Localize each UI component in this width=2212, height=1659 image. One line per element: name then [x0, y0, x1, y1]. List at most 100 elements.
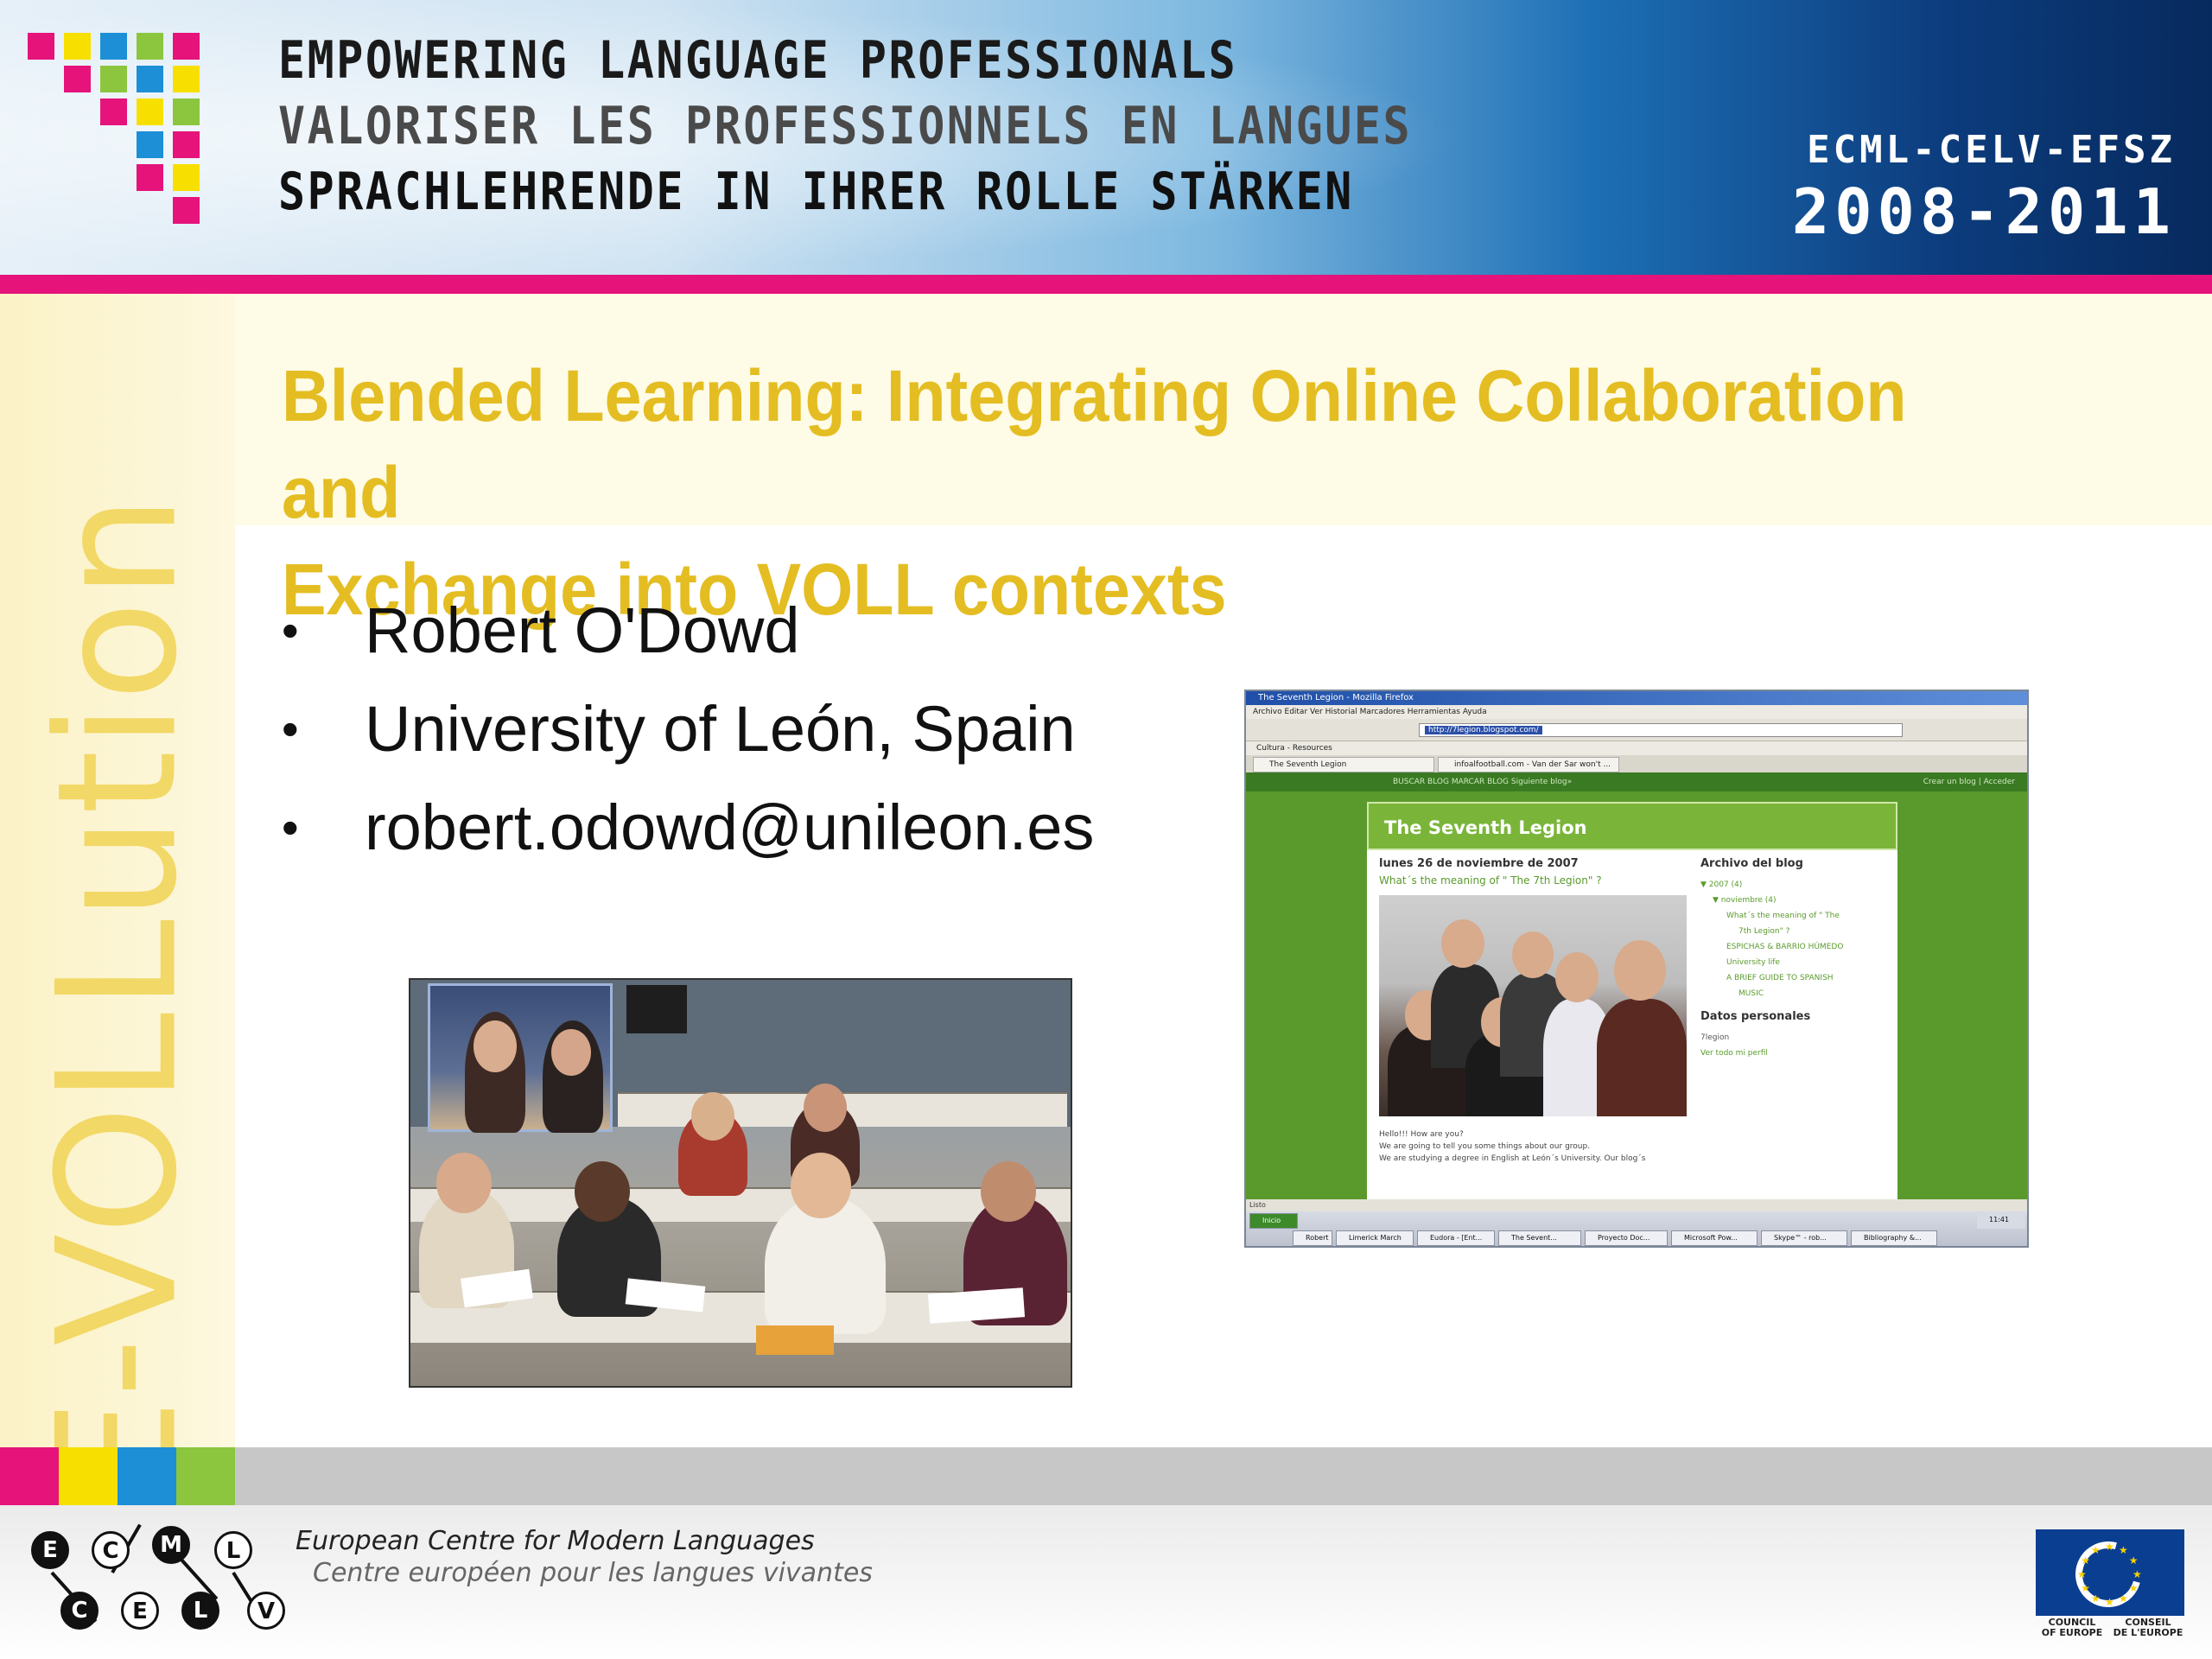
logo-letter-c: C [92, 1531, 130, 1569]
coe-star-icon: ★ [2128, 1582, 2139, 1594]
header-slogans: EMPOWERING LANGUAGE PROFESSIONALS VALORI… [278, 28, 1597, 225]
coe-label-english: COUNCIL OF EUROPE [2041, 1617, 2103, 1638]
footer-color-blocks [0, 1447, 235, 1505]
org-acronyms: ECML-CELV-EFSZ [1807, 128, 2176, 172]
tv-monitor [626, 985, 687, 1033]
mosaic-square [100, 33, 127, 60]
browser-titlebar: The Seventh Legion - Mozilla Firefox [1246, 691, 2027, 705]
slide-title-line-1: Blended Learning: Integrating Online Col… [282, 355, 1907, 533]
coe-star-icon: ★ [2105, 1596, 2114, 1608]
coe-label-french: CONSEIL DE L'EUROPE [2113, 1617, 2183, 1638]
mosaic-square [137, 131, 163, 158]
archive-item: MUSIC [1738, 989, 1764, 998]
coe-star-icon: ★ [2105, 1541, 2114, 1553]
blogger-navbar-right: Crear un blog | Acceder [1923, 778, 2015, 786]
mosaic-square [100, 99, 127, 125]
color-block-yellow [59, 1447, 118, 1505]
ecml-mosaic-logo [28, 33, 244, 249]
archive-item: A BRIEF GUIDE TO SPANISH [1726, 974, 1834, 982]
taskbar-clock: 11:41 [1977, 1213, 2025, 1229]
start-button: Inicio [1249, 1213, 1298, 1229]
ecml-name-french: Centre européen pour les langues vivante… [313, 1558, 873, 1588]
archive-item: University life [1726, 958, 1780, 967]
browser-toolbar: http://7legion.blogspot.com/ [1246, 719, 2027, 741]
browser-menubar: Archivo Editar Ver Historial Marcadores … [1246, 705, 2027, 719]
person-face [1555, 952, 1599, 1002]
browser-tabstrip: The Seventh Legion infoalfootball.com - … [1246, 755, 2027, 772]
taskbar-item: Eudora - [Ent... [1417, 1230, 1495, 1246]
blog-sidebar: Archivo del blog ▼ 2007 (4) ▼ noviembre … [1700, 857, 1891, 1061]
bullet-list: • Robert O'Dowd • University of León, Sp… [282, 581, 1094, 876]
header-banner: EMPOWERING LANGUAGE PROFESSIONALS VALORI… [0, 0, 2212, 275]
post-body-line: We are going to tell you some things abo… [1379, 1142, 1591, 1151]
mosaic-square [173, 164, 200, 191]
coe-star-icon: ★ [2077, 1568, 2087, 1580]
student-face [436, 1153, 492, 1213]
browser-url: http://7legion.blogspot.com/ [1425, 726, 1542, 734]
browser-tab: The Seventh Legion [1253, 757, 1434, 772]
archive-heading: Archivo del blog [1700, 857, 1803, 870]
coe-star-icon: ★ [2081, 1554, 2091, 1567]
taskbar-item: Robert [1293, 1230, 1332, 1246]
browser-tab: infoalfootball.com - Van der Sar won't .… [1438, 757, 1619, 772]
post-title: What´s the meaning of " The 7th Legion" … [1379, 874, 1602, 887]
windows-taskbar: Inicio Robert Limerick March Eudora - [E… [1246, 1211, 2027, 1246]
programme-period: ECML-CELV-EFSZ 2008-2011 [1792, 128, 2176, 248]
book [756, 1325, 834, 1355]
person-body [1597, 999, 1687, 1116]
ecml-name-english: European Centre for Modern Languages [296, 1526, 815, 1556]
mosaic-square [137, 66, 163, 92]
color-block-magenta [0, 1447, 59, 1505]
slogan-french: VALORISER LES PROFESSIONNELS EN LANGUES [278, 96, 1413, 156]
logo-letter-l: L [181, 1592, 219, 1630]
profile-heading: Datos personales [1700, 1010, 1811, 1023]
bullet-item: • University of León, Spain [282, 679, 1094, 778]
logo-letter-m: M [152, 1526, 190, 1564]
taskbar-item: The Sevent... [1498, 1230, 1581, 1246]
logo-letter-e: E [31, 1531, 69, 1569]
logo-letter-v: V [247, 1592, 285, 1630]
side-label: E-VOLLution [22, 493, 213, 1503]
taskbar-item: Proyecto Doc... [1585, 1230, 1668, 1246]
header-divider [0, 275, 2212, 294]
bullet-email: robert.odowd@unileon.es [365, 791, 1095, 863]
bullet-glyph: • [282, 799, 299, 855]
archive-item: ▼ noviembre (4) [1713, 896, 1777, 905]
coe-star-icon: ★ [2128, 1554, 2139, 1567]
student-face [691, 1092, 734, 1141]
coe-star-icon: ★ [2133, 1568, 2142, 1580]
mosaic-square [100, 66, 127, 92]
archive-item: ESPICHAS & BARRIO HÚMEDO [1726, 943, 1844, 951]
taskbar-item: Microsoft Pow... [1671, 1230, 1758, 1246]
remote-student-face [551, 1029, 591, 1076]
browser-window-title: The Seventh Legion - Mozilla Firefox [1258, 693, 1414, 702]
picture-in-picture [428, 983, 613, 1133]
student-face [804, 1084, 847, 1132]
mosaic-square [28, 33, 54, 60]
bullet-item: • Robert O'Dowd [282, 581, 1094, 679]
taskbar-item: Limerick March [1336, 1230, 1414, 1246]
browser-statusbar: Listo [1246, 1199, 2027, 1211]
mosaic-square [137, 164, 163, 191]
blog-page: The Seventh Legion lunes 26 de noviembre… [1246, 791, 2027, 1199]
browser-address-bar: http://7legion.blogspot.com/ [1419, 723, 1903, 737]
coe-star-icon: ★ [2091, 1592, 2101, 1605]
ecml-logo: E C M L C E L V [26, 1523, 302, 1643]
footer-grey-bar [235, 1447, 2212, 1505]
programme-years: 2008-2011 [1791, 175, 2176, 248]
student-face [575, 1161, 630, 1222]
group-photo [1379, 895, 1687, 1116]
slogan-german: SPRACHLEHRENDE IN IHRER ROLLE STÄRKEN [278, 162, 1354, 222]
coe-label: COUNCIL OF EUROPE CONSEIL DE L'EUROPE [2036, 1618, 2184, 1638]
archive-item: 7th Legion" ? [1738, 927, 1790, 936]
blog-screenshot: The Seventh Legion - Mozilla Firefox Arc… [1244, 690, 2029, 1248]
bullet-affiliation: University of León, Spain [365, 692, 1076, 765]
blog-header: The Seventh Legion [1367, 802, 1897, 850]
mosaic-square [173, 131, 200, 158]
person-face [1512, 931, 1554, 978]
mosaic-square [173, 99, 200, 125]
coe-star-icon: ★ [2119, 1592, 2128, 1605]
blogger-navbar-links: BUSCAR BLOG MARCAR BLOG Siguiente blog» [1393, 778, 1573, 786]
mosaic-square [64, 66, 91, 92]
videoconference-photo [409, 978, 1072, 1388]
